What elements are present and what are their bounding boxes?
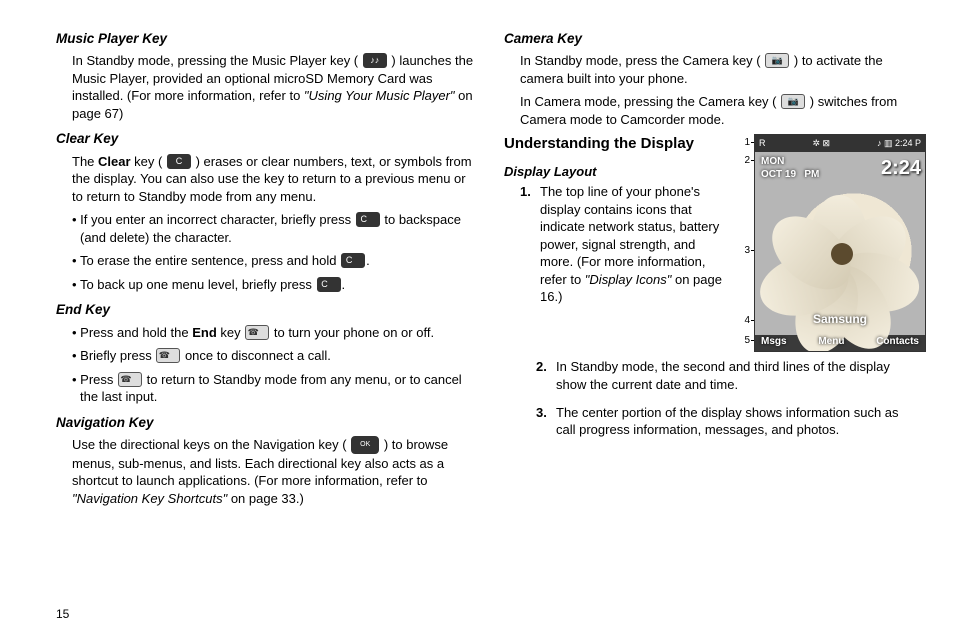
- bullet-end-1: • Press and hold the End key ☎ to turn y…: [72, 324, 476, 342]
- end-key-icon: ☎: [156, 348, 180, 363]
- end-key-icon: ☎: [245, 325, 269, 340]
- bullet-clear-2: • To erase the entire sentence, press an…: [72, 252, 476, 270]
- camera-key-icon: 📷: [765, 53, 789, 68]
- ampm-label: PM: [804, 169, 819, 180]
- manual-page: Music Player Key In Standby mode, pressi…: [0, 0, 954, 521]
- status-icons: ✲ ⊠: [812, 137, 830, 149]
- bullet-end-3: • Press ☎ to return to Standby mode from…: [72, 371, 476, 406]
- para-navigation-key: Use the directional keys on the Navigati…: [72, 436, 476, 507]
- heading-clear-key: Clear Key: [56, 130, 476, 148]
- heading-understanding-display: Understanding the Display: [504, 134, 730, 154]
- bullet-clear-3: • To back up one menu level, briefly pre…: [72, 276, 476, 294]
- clear-key-icon: C: [341, 253, 365, 268]
- brand-label: Samsung: [755, 311, 925, 327]
- music-player-key-icon: ♪♪: [363, 53, 387, 68]
- clear-key-icon: C: [317, 277, 341, 292]
- phone-display-figure: 1 2 3 4 5 R ✲ ⊠: [740, 134, 924, 352]
- list-item-1: 1. The top line of your phone's display …: [520, 183, 730, 306]
- clear-key-icon: C: [167, 154, 191, 169]
- softkey-right: Contacts: [876, 335, 919, 349]
- heading-music-player-key: Music Player Key: [56, 30, 476, 48]
- clear-key-icon: C: [356, 212, 380, 227]
- para-camera-1: In Standby mode, press the Camera key ( …: [520, 52, 924, 87]
- right-column: Camera Key In Standby mode, press the Ca…: [504, 22, 924, 513]
- callout-3: 3: [740, 244, 750, 258]
- bullet-clear-1: • If you enter an incorrect character, b…: [72, 211, 476, 246]
- callout-2: 2: [740, 154, 750, 168]
- understanding-display-row: Understanding the Display Display Layout…: [504, 134, 924, 352]
- list-item-3: 3.The center portion of the display show…: [536, 404, 924, 439]
- camera-key-icon: 📷: [781, 94, 805, 109]
- softkey-left: Msgs: [761, 335, 787, 349]
- list-item-2: 2.In Standby mode, the second and third …: [536, 358, 924, 393]
- callout-4: 4: [740, 314, 750, 328]
- heading-end-key: End Key: [56, 301, 476, 319]
- softkey-bar: Msgs Menu Contacts: [755, 332, 925, 352]
- weekday-label: MON: [761, 156, 784, 167]
- para-music-player: In Standby mode, pressing the Music Play…: [72, 52, 476, 122]
- left-column: Music Player Key In Standby mode, pressi…: [56, 22, 476, 513]
- status-right-icons: ♪ ▥ 2:24 P: [877, 137, 921, 149]
- page-number: 15: [56, 606, 69, 622]
- bullet-end-2: • Briefly press ☎ once to disconnect a c…: [72, 347, 476, 365]
- para-camera-2: In Camera mode, pressing the Camera key …: [520, 93, 924, 128]
- date-label: OCT 19: [761, 169, 796, 180]
- clock-label: 2:24: [881, 155, 921, 182]
- heading-display-layout: Display Layout: [504, 163, 730, 181]
- callout-5: 5: [740, 334, 750, 348]
- para-clear-key: The Clear key ( C ) erases or clear numb…: [72, 153, 476, 206]
- phone-screen: R ✲ ⊠ ♪ ▥ 2:24 P MON OCT 19 PM 2:24 Sams…: [754, 134, 926, 352]
- softkey-center: Menu: [812, 335, 850, 349]
- callout-1: 1: [740, 136, 750, 150]
- heading-navigation-key: Navigation Key: [56, 414, 476, 432]
- heading-camera-key: Camera Key: [504, 30, 924, 48]
- date-time-bar: MON OCT 19 PM 2:24: [755, 152, 925, 184]
- roaming-icon: R: [759, 137, 766, 149]
- ok-key-icon: OK: [351, 436, 379, 454]
- end-key-icon: ☎: [118, 372, 142, 387]
- status-bar: R ✲ ⊠ ♪ ▥ 2:24 P: [755, 135, 925, 151]
